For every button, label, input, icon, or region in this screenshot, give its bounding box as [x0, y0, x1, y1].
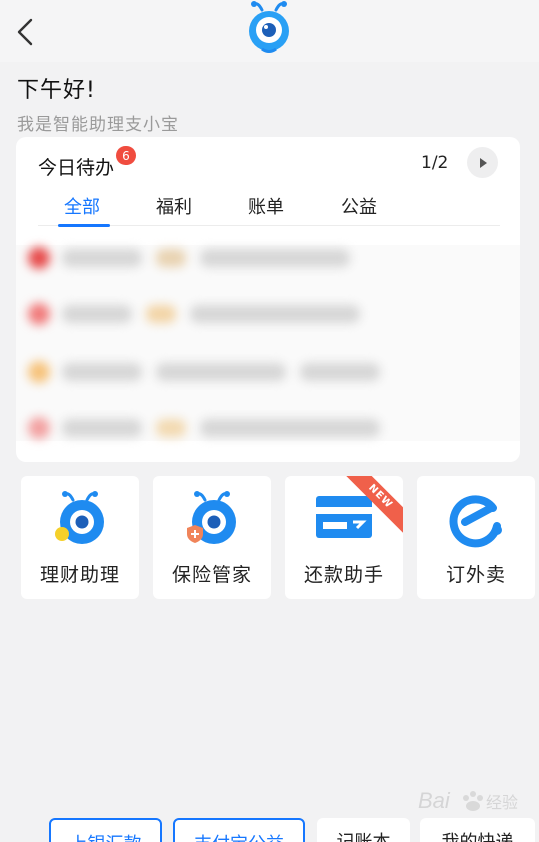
todo-card: 今日待办 6 1/2 全部 福利 账单 公益: [16, 137, 520, 462]
list-item[interactable]: [28, 245, 364, 271]
chip-bank-transfer[interactable]: 上银汇款: [49, 818, 162, 842]
service-finance-assistant[interactable]: 理财助理: [21, 476, 139, 599]
svg-text:经验: 经验: [486, 793, 518, 812]
todo-title: 今日待办: [38, 157, 115, 179]
next-page-button[interactable]: [467, 147, 498, 178]
tab-welfare[interactable]: 福利: [156, 193, 192, 219]
greeting-title: 下午好!: [17, 78, 96, 103]
service-repayment-assistant[interactable]: NEW 还款助手: [285, 476, 403, 599]
service-insurance-manager[interactable]: 保险管家: [153, 476, 271, 599]
active-tab-indicator: [58, 224, 110, 227]
todo-tabs: 全部 福利 账单 公益: [38, 191, 500, 227]
service-order-takeout[interactable]: 订外卖: [417, 476, 535, 599]
list-item[interactable]: [28, 415, 394, 441]
service-label: 订外卖: [445, 564, 506, 586]
greeting-subtitle: 我是智能助理支小宝: [17, 115, 179, 135]
chip-alipay-charity[interactable]: 支付宝公益: [173, 818, 305, 842]
tab-charity[interactable]: 公益: [341, 193, 377, 219]
chevron-left-icon: [17, 18, 33, 46]
todo-list-redacted: [16, 245, 520, 441]
tab-bills[interactable]: 账单: [248, 193, 284, 219]
tab-all[interactable]: 全部: [64, 193, 100, 219]
play-right-icon: [479, 157, 487, 168]
service-label: 保险管家: [171, 564, 252, 586]
mascot-insurance-icon: [187, 491, 236, 544]
eleme-icon: [449, 495, 502, 548]
service-label: 还款助手: [303, 564, 384, 586]
service-label: 理财助理: [39, 564, 120, 586]
watermark-logo: Bai 经验: [418, 780, 528, 820]
top-bar: [0, 0, 539, 62]
mascot-finance-icon: [55, 491, 104, 544]
todo-count-badge: 6: [116, 146, 136, 165]
svg-text:Bai: Bai: [418, 788, 451, 813]
chip-my-delivery[interactable]: 我的快递: [420, 818, 535, 842]
back-button[interactable]: [10, 14, 40, 50]
chip-ledger[interactable]: 记账本: [317, 818, 410, 842]
greeting: 下午好! 我是智能助理支小宝: [17, 72, 179, 135]
mascot-logo: [249, 1, 289, 53]
page-indicator: 1/2: [421, 153, 449, 173]
list-item[interactable]: [28, 359, 394, 385]
list-item[interactable]: [28, 301, 374, 327]
